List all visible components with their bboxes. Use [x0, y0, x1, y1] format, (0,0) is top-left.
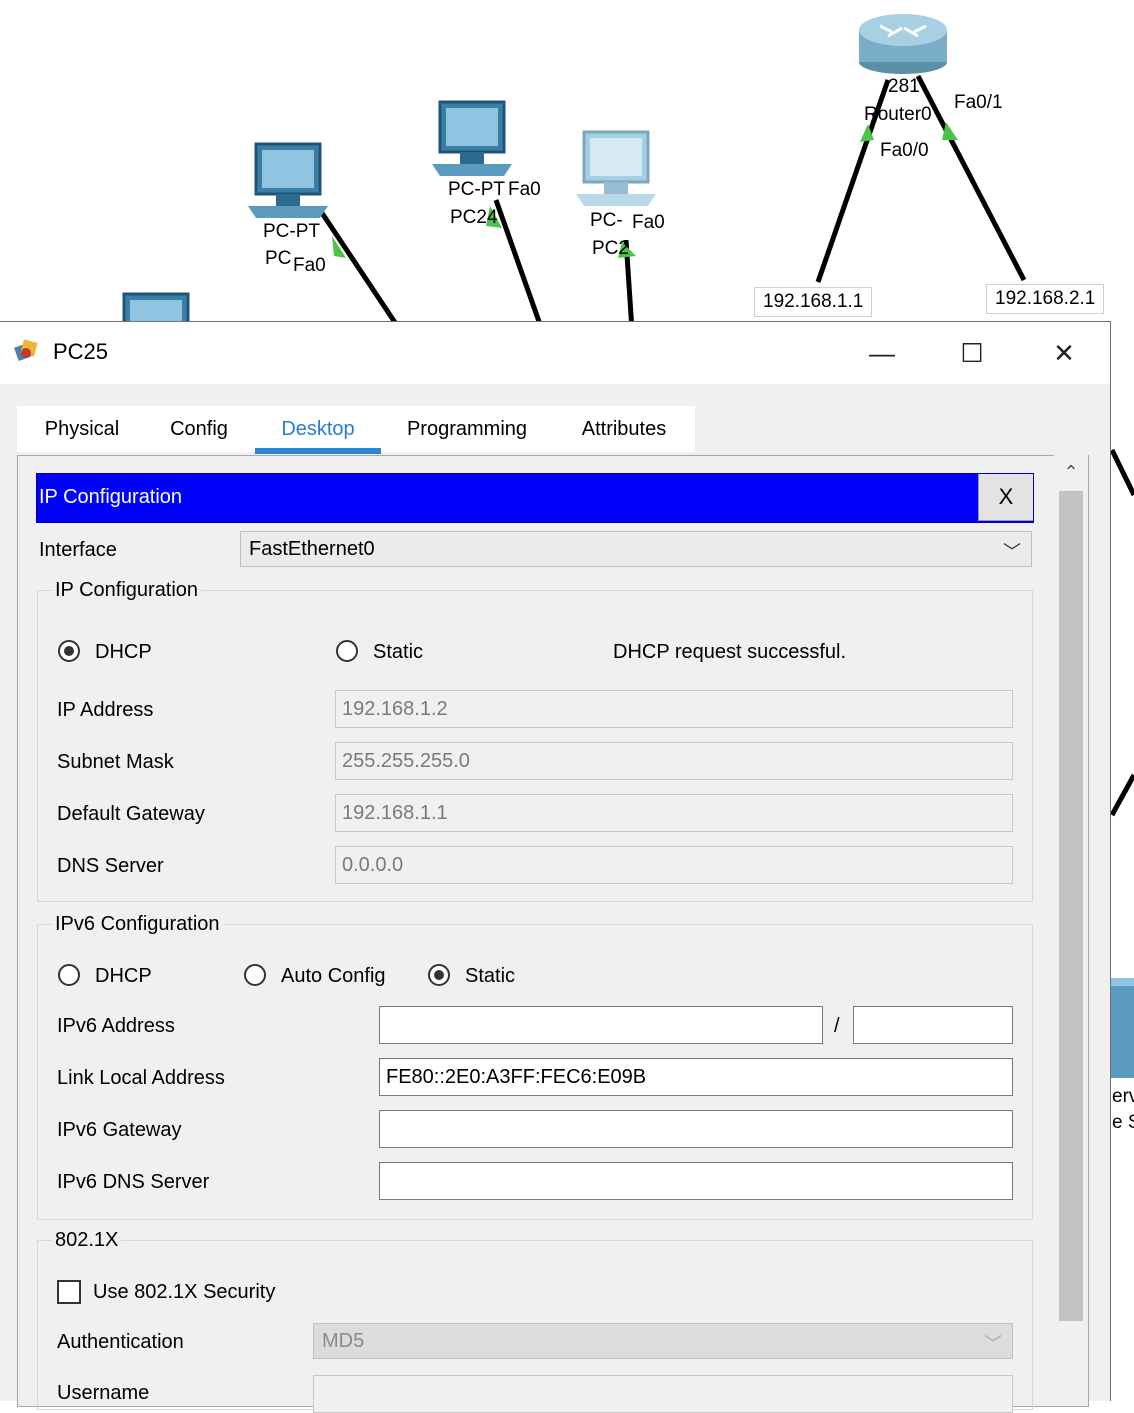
- scroll-thumb[interactable]: [1059, 491, 1083, 1321]
- username-field[interactable]: [313, 1375, 1013, 1413]
- ipv4-group-title: IP Configuration: [52, 579, 202, 602]
- ipv6-prefix-input[interactable]: [853, 1006, 1013, 1044]
- authentication-label: Authentication: [57, 1331, 184, 1353]
- dhcp-status-text: DHCP request successful.: [613, 641, 847, 663]
- pc-model: PC-PT: [263, 221, 320, 242]
- ipv6-dhcp-radio[interactable]: [58, 964, 80, 986]
- pc-name: PC2: [592, 238, 629, 259]
- dns-server-label: DNS Server: [57, 855, 164, 877]
- server-label-fragment: erv: [1112, 1086, 1134, 1107]
- ipv4-static-radio[interactable]: [336, 640, 358, 662]
- chevron-down-icon: ﹀: [984, 1334, 1002, 1354]
- pc-icon[interactable]: [432, 100, 512, 176]
- default-gateway-field[interactable]: 192.168.1.1: [335, 794, 1013, 832]
- tab-attributes[interactable]: Attributes: [569, 406, 679, 452]
- tab-bar: Physical Config Desktop Programming Attr…: [17, 406, 695, 454]
- pc-name: PC: [265, 248, 292, 269]
- vertical-scrollbar[interactable]: ⌃: [1054, 455, 1088, 1405]
- router-model: 281: [888, 76, 920, 97]
- subnet-mask-label: Subnet Mask: [57, 751, 174, 773]
- tab-desktop[interactable]: Desktop: [255, 406, 381, 454]
- pc-icon[interactable]: [248, 142, 328, 218]
- default-gateway-label: Default Gateway: [57, 803, 205, 825]
- pc-port: Fa0: [293, 255, 326, 276]
- ipv6-group-title: IPv6 Configuration: [52, 913, 223, 936]
- minimize-button[interactable]: —: [836, 322, 928, 384]
- tab-physical[interactable]: Physical: [33, 406, 131, 452]
- ipv6-gateway-label: IPv6 Gateway: [57, 1119, 182, 1141]
- packet-tracer-icon: [14, 339, 38, 361]
- ipv4-dhcp-label: DHCP: [95, 641, 152, 663]
- tab-programming[interactable]: Programming: [401, 406, 533, 452]
- router-port-fa0-0: Fa0/0: [880, 140, 929, 161]
- ipv6-static-radio[interactable]: [428, 964, 450, 986]
- pc-port: Fa0: [632, 212, 665, 233]
- pc-model: PC-PT: [448, 179, 505, 200]
- ip-address-label: IP Address: [57, 699, 154, 721]
- tab-config[interactable]: Config: [157, 406, 241, 452]
- ipv4-dhcp-radio[interactable]: [58, 640, 80, 662]
- router-port-fa0-1: Fa0/1: [954, 92, 1003, 113]
- maximize-button[interactable]: ☐: [926, 322, 1018, 384]
- window-title: PC25: [53, 339, 109, 364]
- ip-label-lan2: 192.168.2.1: [986, 284, 1105, 314]
- scroll-up-icon[interactable]: ⌃: [1054, 455, 1088, 489]
- ipv4-static-label: Static: [373, 641, 424, 663]
- use-8021x-checkbox[interactable]: [57, 1280, 81, 1304]
- server-icon[interactable]: [1110, 978, 1134, 1078]
- authentication-value: MD5: [322, 1329, 365, 1352]
- prefix-separator: /: [834, 1015, 840, 1037]
- link-local-label: Link Local Address: [57, 1067, 225, 1089]
- router-icon[interactable]: [859, 14, 947, 74]
- ipv6-auto-config-label: Auto Config: [281, 965, 386, 987]
- ipv6-auto-config-radio[interactable]: [244, 964, 266, 986]
- ipv6-address-label: IPv6 Address: [57, 1015, 175, 1037]
- interface-value: FastEthernet0: [249, 537, 375, 560]
- window-titlebar[interactable]: PC25 — ☐ ✕: [0, 322, 1110, 384]
- pc-icon[interactable]: [576, 130, 656, 206]
- dns-server-field[interactable]: 0.0.0.0: [335, 846, 1013, 884]
- pc-model: PC-: [590, 210, 623, 231]
- ip-config-close-button[interactable]: X: [978, 474, 1033, 521]
- ip-address-field[interactable]: 192.168.1.2: [335, 690, 1013, 728]
- link-local-input[interactable]: FE80::2E0:A3FF:FEC6:E09B: [379, 1058, 1013, 1096]
- ip-label-lan1: 192.168.1.1: [754, 287, 873, 317]
- chevron-down-icon: ﹀: [1003, 542, 1021, 562]
- ipv6-dns-label: IPv6 DNS Server: [57, 1171, 210, 1193]
- router-name: Router0: [864, 104, 932, 125]
- ipv6-address-input[interactable]: [379, 1006, 823, 1044]
- ip-config-header: IP Configuration X: [36, 473, 1034, 523]
- pc-icon[interactable]: [122, 292, 190, 326]
- use-8021x-label: Use 802.1X Security: [93, 1281, 276, 1303]
- ipv6-gateway-input[interactable]: [379, 1110, 1013, 1148]
- authentication-select[interactable]: MD5 ﹀: [313, 1323, 1013, 1359]
- dot1x-group-title: 802.1X: [52, 1229, 122, 1252]
- pc-port: Fa0: [508, 179, 541, 200]
- interface-label: Interface: [39, 539, 117, 561]
- subnet-mask-field[interactable]: 255.255.255.0: [335, 742, 1013, 780]
- server-label-fragment: e S: [1112, 1112, 1134, 1133]
- ip-config-title: IP Configuration: [39, 486, 183, 508]
- interface-select[interactable]: FastEthernet0 ﹀: [240, 531, 1032, 567]
- ipv6-dhcp-label: DHCP: [95, 965, 152, 987]
- close-button[interactable]: ✕: [1018, 322, 1110, 384]
- pc-name: PC24: [450, 207, 498, 228]
- ipv6-static-label: Static: [465, 965, 516, 987]
- username-label: Username: [57, 1382, 150, 1404]
- ipv6-dns-input[interactable]: [379, 1162, 1013, 1200]
